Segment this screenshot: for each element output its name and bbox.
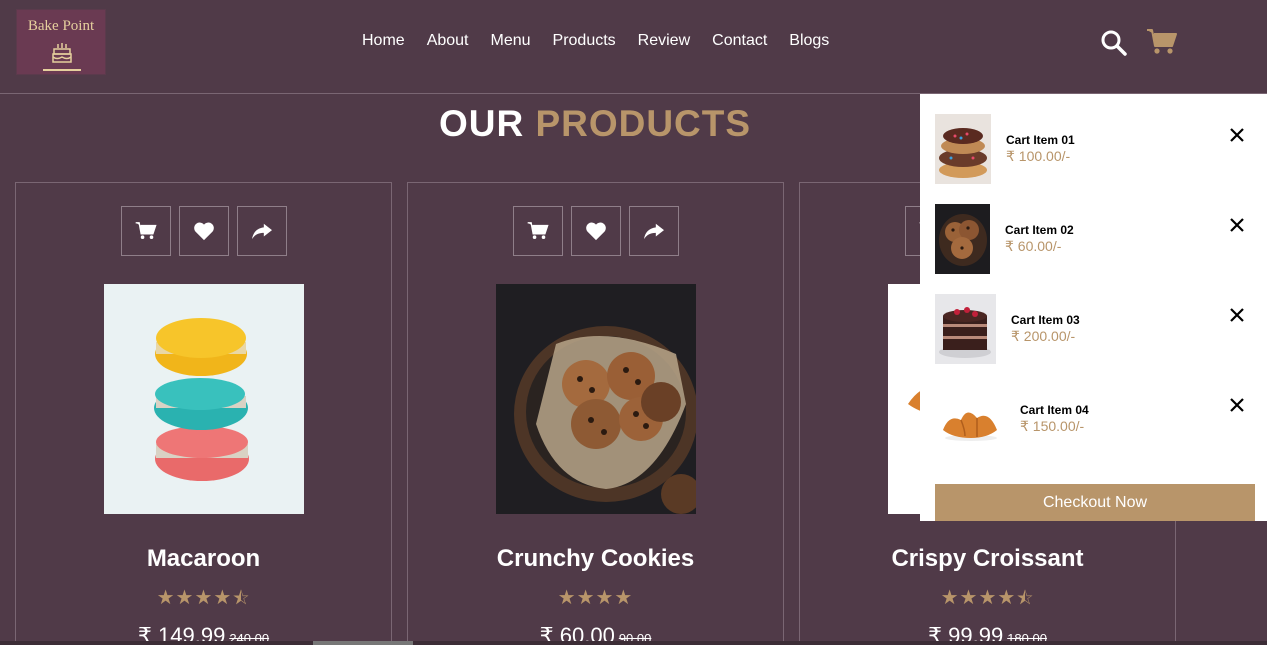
cart-item-thumbnail	[935, 204, 990, 274]
scrollbar-thumb[interactable]	[313, 641, 413, 645]
close-icon[interactable]	[1228, 126, 1246, 144]
nav-blogs[interactable]: Blogs	[789, 32, 829, 50]
add-to-cart-button[interactable]	[121, 206, 171, 256]
rating-stars: ★★★★⯪	[156, 587, 251, 609]
card-actions	[121, 206, 295, 256]
cart-dropdown: Cart Item 01 ₹ 100.00/- Cart Item 02 ₹ 6…	[920, 94, 1267, 521]
brand-logo[interactable]: Bake Point	[16, 9, 106, 75]
cart-item-thumbnail	[935, 384, 1005, 454]
cart-item-name: Cart Item 04	[1020, 403, 1089, 417]
product-card: Crunchy Cookies ★★★★ ₹ 60.00 90.00	[407, 182, 784, 645]
section-title-main: OUR	[438, 103, 536, 144]
close-icon[interactable]	[1228, 396, 1246, 414]
search-icon[interactable]	[1100, 29, 1128, 57]
site-header: Bake Point Home About Menu Products Revi…	[0, 0, 1267, 94]
cart-icon[interactable]	[1146, 28, 1178, 56]
section-title-accent: PRODUCTS	[535, 103, 752, 144]
nav-home[interactable]: Home	[362, 32, 405, 50]
main-nav: Home About Menu Products Review Contact …	[362, 32, 851, 50]
nav-contact[interactable]: Contact	[712, 32, 767, 50]
cart-item-name: Cart Item 01	[1006, 133, 1075, 147]
nav-menu[interactable]: Menu	[491, 32, 531, 50]
cart-item-price: ₹ 200.00/-	[1011, 328, 1076, 344]
cart-item-thumbnail	[935, 114, 991, 184]
cart-item-price: ₹ 60.00/-	[1005, 238, 1062, 254]
cart-item-name: Cart Item 02	[1005, 223, 1074, 237]
product-image-cookies	[496, 284, 696, 514]
cart-icon	[527, 222, 549, 239]
cart-icon	[135, 222, 157, 239]
cart-item: Cart Item 01 ₹ 100.00/-	[935, 114, 1265, 186]
horizontal-scrollbar[interactable]	[0, 641, 1267, 645]
cart-item: Cart Item 04 ₹ 150.00/-	[935, 384, 1265, 456]
product-card: Macaroon ★★★★⯪ ₹ 149.99 240.00	[15, 182, 392, 645]
share-button[interactable]	[629, 206, 679, 256]
nav-products[interactable]: Products	[553, 32, 616, 50]
nav-review[interactable]: Review	[638, 32, 690, 50]
share-button[interactable]	[237, 206, 287, 256]
wishlist-button[interactable]	[571, 206, 621, 256]
close-icon[interactable]	[1228, 216, 1246, 234]
cart-item-price: ₹ 150.00/-	[1020, 418, 1085, 434]
product-name: Crispy Croissant	[891, 545, 1084, 572]
checkout-button[interactable]: Checkout Now	[935, 484, 1255, 521]
logo-underline	[43, 69, 81, 71]
wishlist-button[interactable]	[179, 206, 229, 256]
product-name: Macaroon	[146, 545, 261, 572]
close-icon[interactable]	[1228, 306, 1246, 324]
product-image-macaroon	[104, 284, 304, 514]
heart-icon	[586, 222, 606, 241]
product-name: Crunchy Cookies	[496, 545, 695, 572]
rating-stars: ★★★★⯪	[940, 587, 1035, 609]
cart-item-price: ₹ 100.00/-	[1006, 148, 1071, 164]
cart-item-thumbnail	[935, 294, 996, 364]
cart-item: Cart Item 02 ₹ 60.00/-	[935, 204, 1265, 276]
heart-icon	[194, 222, 214, 241]
add-to-cart-button[interactable]	[513, 206, 563, 256]
cart-item: Cart Item 03 ₹ 200.00/-	[935, 294, 1265, 366]
card-actions	[513, 206, 687, 256]
share-icon	[252, 223, 272, 240]
cart-item-name: Cart Item 03	[1011, 313, 1080, 327]
cake-icon	[52, 43, 72, 63]
nav-about[interactable]: About	[427, 32, 469, 50]
share-icon	[644, 223, 664, 240]
brand-name: Bake Point	[27, 18, 95, 34]
rating-stars: ★★★★	[557, 587, 634, 609]
